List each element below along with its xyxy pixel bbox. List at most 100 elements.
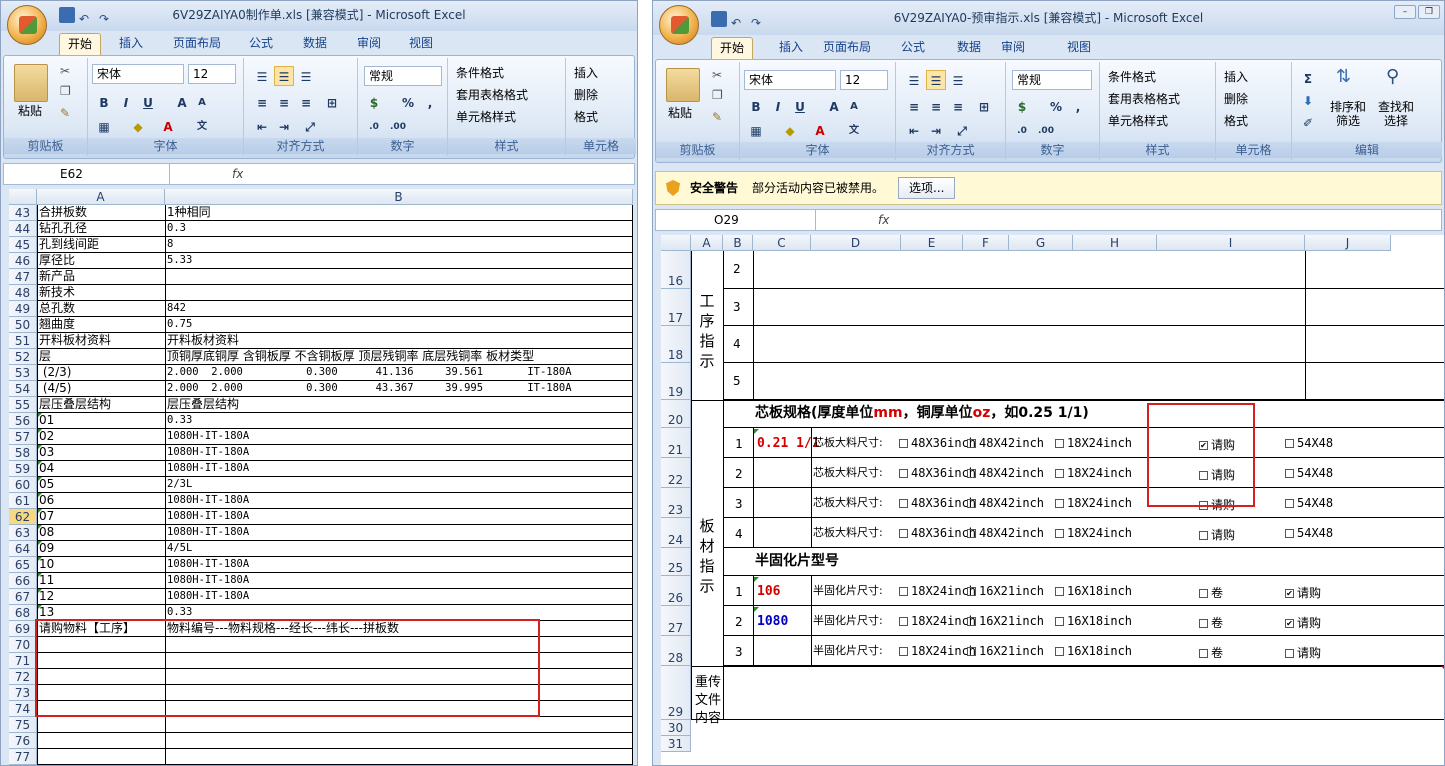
cell-a[interactable]: 11 xyxy=(39,573,164,589)
cell-a[interactable]: 层 xyxy=(39,349,164,365)
number-format-select[interactable]: 常规 xyxy=(364,66,442,86)
row-header[interactable]: 28 xyxy=(661,636,691,666)
option-1[interactable]: 16X21inch xyxy=(967,584,1044,598)
cut-icon[interactable]: ✂ xyxy=(60,62,70,80)
font-color-icon[interactable]: A xyxy=(810,120,830,140)
row-header[interactable]: 30 xyxy=(661,720,691,736)
row-header[interactable]: 24 xyxy=(661,518,691,548)
row-header[interactable]: 44 xyxy=(9,221,37,237)
row-header[interactable]: 19 xyxy=(661,363,691,400)
grow-font-icon[interactable]: A xyxy=(172,92,192,112)
checkbox-icon[interactable] xyxy=(899,529,908,538)
checkbox-icon[interactable] xyxy=(1055,647,1064,656)
row-header[interactable]: 48 xyxy=(9,285,37,301)
option-4[interactable]: 54X48 xyxy=(1285,436,1333,450)
tab-0[interactable]: 开始 xyxy=(59,33,102,55)
spec-value[interactable]: 0.21 1/1 xyxy=(757,436,820,452)
cell-a[interactable]: 07 xyxy=(39,509,164,525)
underline-icon[interactable]: U xyxy=(138,92,158,112)
cell-a[interactable]: 厚径比 xyxy=(39,253,164,269)
name-box[interactable]: O29 xyxy=(656,210,816,230)
row-header[interactable]: 45 xyxy=(9,237,37,253)
tab-3[interactable]: 公式 xyxy=(241,33,281,55)
row-header[interactable]: 46 xyxy=(9,253,37,269)
checkbox-icon[interactable] xyxy=(899,469,908,478)
row-header[interactable]: 62 xyxy=(9,509,37,525)
phonetic-icon[interactable]: 文 xyxy=(844,120,864,140)
column-header-b[interactable]: B xyxy=(723,235,753,251)
cell-a[interactable]: 10 xyxy=(39,557,164,573)
row-header[interactable]: 54 xyxy=(9,381,37,397)
option-4[interactable]: 54X48 xyxy=(1285,466,1333,480)
cell-b[interactable]: 1080H-IT-180A xyxy=(167,509,632,525)
cell-styles-button[interactable]: 单元格样式 xyxy=(1108,112,1168,130)
row-header[interactable]: 31 xyxy=(661,736,691,752)
column-header-b[interactable]: B xyxy=(165,189,633,205)
checkbox-icon[interactable] xyxy=(967,617,976,626)
option-3[interactable]: 卷 xyxy=(1199,644,1223,661)
checkbox-icon[interactable] xyxy=(967,529,976,538)
decrease-decimal-icon[interactable]: .00 xyxy=(388,116,408,136)
checkbox-icon[interactable] xyxy=(1285,469,1294,478)
column-header-e[interactable]: E xyxy=(901,235,963,251)
row-header[interactable]: 50 xyxy=(9,317,37,333)
tab-4[interactable]: 数据 xyxy=(295,33,335,55)
column-header-j[interactable]: J xyxy=(1305,235,1391,251)
align-left-icon[interactable]: ≡ xyxy=(904,96,924,116)
cell-a[interactable] xyxy=(39,749,164,765)
checkbox-icon[interactable] xyxy=(899,439,908,448)
cell-b[interactable]: 8 xyxy=(167,237,632,253)
redo-icon[interactable]: ↷ xyxy=(751,16,767,32)
autosum-icon[interactable]: Σ xyxy=(1298,68,1318,88)
office-button[interactable] xyxy=(7,5,47,45)
checkbox-icon[interactable] xyxy=(1199,619,1208,628)
option-0[interactable]: 18X24inch xyxy=(899,584,976,598)
cell-b[interactable]: 842 xyxy=(167,301,632,317)
column-header-d[interactable]: D xyxy=(811,235,901,251)
checkbox-icon[interactable] xyxy=(1285,499,1294,508)
cell-b[interactable] xyxy=(167,749,632,765)
cell-a[interactable]: 02 xyxy=(39,429,164,445)
row-header[interactable]: 72 xyxy=(9,669,37,685)
option-0[interactable]: 48X36inch xyxy=(899,466,976,480)
align-bottom-icon[interactable]: ☰ xyxy=(948,70,968,90)
row-header[interactable]: 63 xyxy=(9,525,37,541)
bold-icon[interactable]: B xyxy=(94,92,114,112)
cell-a[interactable]: 层压叠层结构 xyxy=(39,397,164,413)
cell-a[interactable]: 总孔数 xyxy=(39,301,164,317)
merge-icon[interactable]: ⊞ xyxy=(974,96,994,116)
cell-b[interactable]: 1080H-IT-180A xyxy=(167,573,632,589)
cell-b[interactable]: 顶铜厚底铜厚 含铜板厚 不含铜板厚 顶层残铜率 底层残铜率 板材类型 xyxy=(167,349,632,365)
phonetic-icon[interactable]: 文 xyxy=(192,116,212,136)
row-header[interactable]: 71 xyxy=(9,653,37,669)
align-right-icon[interactable]: ≡ xyxy=(296,92,316,112)
redo-icon[interactable]: ↷ xyxy=(99,12,115,28)
row-header[interactable]: 26 xyxy=(661,576,691,606)
row-header[interactable]: 58 xyxy=(9,445,37,461)
option-1[interactable]: 48X42inch xyxy=(967,526,1044,540)
orientation-icon[interactable]: ⤢ xyxy=(300,116,320,136)
cell-b[interactable]: 1080H-IT-180A xyxy=(167,525,632,541)
checkbox-icon[interactable] xyxy=(1055,439,1064,448)
fill-color-icon[interactable]: ◆ xyxy=(128,116,148,136)
comma-icon[interactable]: , xyxy=(1068,96,1088,116)
tab-4[interactable]: 数据 xyxy=(949,37,989,59)
row-header[interactable]: 66 xyxy=(9,573,37,589)
option-0[interactable]: 18X24inch xyxy=(899,614,976,628)
checkbox-icon[interactable] xyxy=(1285,439,1294,448)
increase-decimal-icon[interactable]: .0 xyxy=(364,116,384,136)
row-header[interactable]: 57 xyxy=(9,429,37,445)
format-painter-icon[interactable]: ✎ xyxy=(60,104,70,122)
find-select-icon[interactable]: ⚲ xyxy=(1386,68,1399,86)
currency-icon[interactable]: $ xyxy=(1012,96,1032,116)
checkbox-icon[interactable] xyxy=(899,499,908,508)
row-header[interactable]: 70 xyxy=(9,637,37,653)
cell-b[interactable] xyxy=(167,717,632,733)
row-header[interactable]: 64 xyxy=(9,541,37,557)
row-header[interactable]: 22 xyxy=(661,458,691,488)
row-header[interactable]: 67 xyxy=(9,589,37,605)
save-icon[interactable] xyxy=(711,11,727,27)
clear-icon[interactable]: ✐ xyxy=(1298,112,1318,132)
row-header[interactable]: 29 xyxy=(661,666,691,720)
checkbox-icon[interactable] xyxy=(967,499,976,508)
